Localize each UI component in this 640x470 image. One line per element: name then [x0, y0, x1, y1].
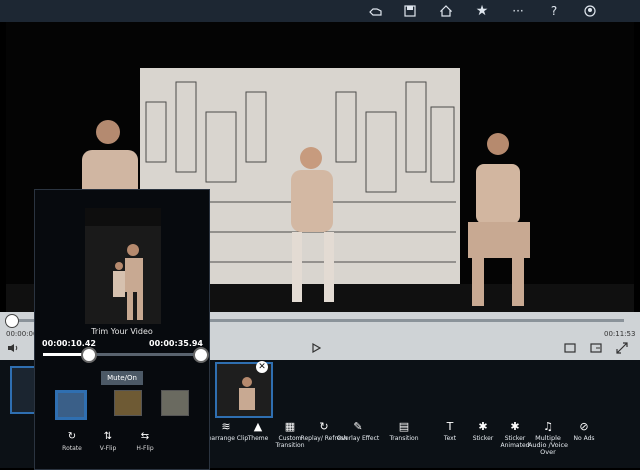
trim-preview[interactable]: [85, 208, 161, 324]
toolbar-overlay-effect[interactable]: ✎ Overlay Effect: [334, 420, 382, 443]
volume-icon[interactable]: [6, 341, 20, 355]
remove-clip-icon[interactable]: ✕: [256, 361, 268, 373]
timeline-scrubber[interactable]: [5, 314, 19, 328]
cast-icon[interactable]: [589, 341, 603, 355]
rotate-button[interactable]: ↻ Rotate: [54, 431, 90, 452]
trim-title: Trim Your Video: [91, 327, 153, 336]
horizontal-flip-button[interactable]: ⇆ H-Flip: [127, 431, 163, 452]
trim-preview-image: [85, 208, 161, 324]
filter-thumbnail[interactable]: [114, 390, 142, 416]
home-icon[interactable]: [437, 2, 455, 20]
mute-toggle-button[interactable]: Mute/On: [101, 371, 143, 385]
rotate-icon: ↻: [67, 431, 77, 442]
horizontal-flip-icon: ⇆: [140, 431, 150, 442]
total-time: 00:11:53: [604, 330, 636, 338]
current-time: 00:00:00: [6, 330, 38, 338]
trim-start-handle[interactable]: [81, 347, 97, 363]
play-icon[interactable]: [309, 341, 323, 355]
top-bar: ★ ··· ?: [0, 0, 640, 22]
filter-thumbnail[interactable]: [161, 390, 189, 416]
trim-range-fill: [43, 353, 83, 356]
more-icon[interactable]: ···: [509, 2, 527, 20]
save-icon[interactable]: [401, 2, 419, 20]
fullscreen-icon[interactable]: [615, 341, 629, 355]
trim-end-handle[interactable]: [193, 347, 209, 363]
clip-thumbnail[interactable]: [10, 366, 36, 414]
aspect-icon[interactable]: [563, 341, 577, 355]
star-icon[interactable]: ★: [473, 2, 491, 20]
toolbar-no-ads[interactable]: ⊘ No Ads: [560, 420, 608, 443]
trim-range-slider[interactable]: [43, 353, 201, 356]
vertical-flip-icon: ⇅: [103, 431, 113, 442]
filter-thumbnail[interactable]: [55, 390, 87, 420]
overlay-effect-icon: ✎: [353, 420, 363, 433]
account-icon[interactable]: [581, 2, 599, 20]
trim-end-time: 00:00:35.94: [149, 339, 203, 348]
hand-icon[interactable]: [367, 2, 385, 20]
vertical-flip-button[interactable]: ⇅ V-Flip: [90, 431, 126, 452]
transition-icon: ▤: [398, 420, 410, 433]
no-ads-icon: ⊘: [579, 420, 589, 433]
help-icon[interactable]: ?: [545, 2, 563, 20]
trim-panel: Trim Your Video 00:00:10.42 00:00:35.94 …: [34, 189, 210, 470]
toolbar-transition[interactable]: ▤ Transition: [380, 420, 428, 443]
